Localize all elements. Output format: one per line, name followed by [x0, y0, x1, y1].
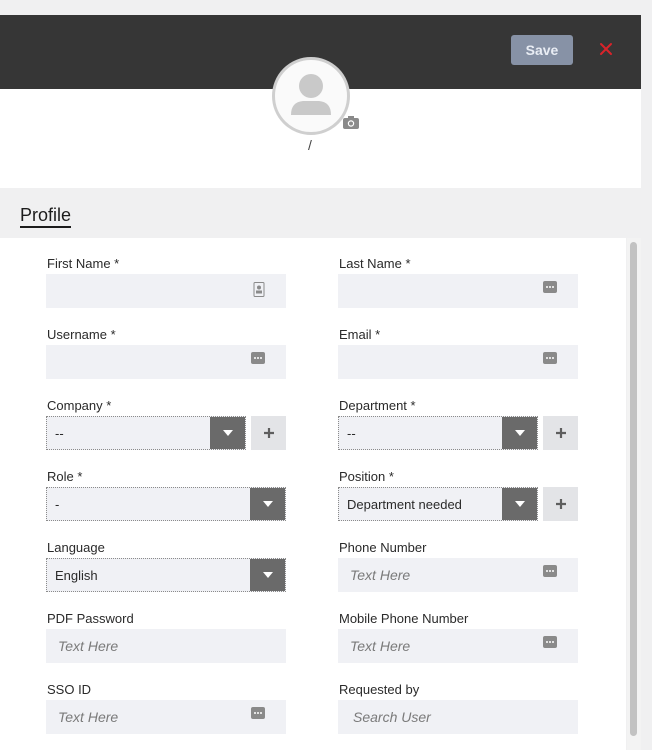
username-label: Username *: [47, 327, 116, 342]
role-label: Role *: [47, 469, 83, 484]
close-icon: [600, 43, 612, 55]
position-label: Position *: [339, 469, 394, 484]
department-select[interactable]: --: [338, 416, 538, 450]
mobile-phone-field[interactable]: Text Here: [338, 629, 578, 663]
position-value: Department needed: [347, 497, 462, 512]
section-title[interactable]: Profile: [20, 204, 72, 228]
close-button[interactable]: [596, 37, 616, 61]
department-dropdown-toggle[interactable]: [502, 417, 537, 449]
pdf-password-label: PDF Password: [47, 611, 134, 626]
chevron-down-icon: [514, 430, 525, 436]
last-name-label: Last Name *: [339, 256, 411, 271]
add-position-button[interactable]: [543, 487, 578, 521]
plus-icon: [555, 499, 566, 509]
add-department-button[interactable]: [543, 416, 578, 450]
department-label: Department *: [339, 398, 416, 413]
phone-placeholder: Text Here: [350, 567, 411, 583]
role-select[interactable]: -: [46, 487, 286, 521]
sso-id-placeholder: Text Here: [58, 709, 119, 725]
more-icon: [543, 636, 557, 648]
more-icon: [251, 352, 265, 364]
mobile-phone-label: Mobile Phone Number: [339, 611, 469, 626]
requested-by-field[interactable]: Search User: [338, 700, 578, 734]
company-label: Company *: [47, 398, 112, 413]
position-dropdown-toggle[interactable]: [502, 488, 537, 520]
company-value: --: [55, 426, 64, 441]
more-icon: [251, 707, 265, 719]
requested-by-placeholder: Search User: [353, 709, 431, 725]
avatar[interactable]: [272, 57, 350, 135]
position-select[interactable]: Department needed: [338, 487, 538, 521]
language-select[interactable]: English: [46, 558, 286, 592]
pdf-password-field[interactable]: Text Here: [46, 629, 286, 663]
role-value: -: [55, 497, 60, 512]
plus-icon: [555, 428, 566, 438]
company-select[interactable]: --: [46, 416, 246, 450]
contact-card-icon: [253, 282, 265, 297]
sso-id-label: SSO ID: [47, 682, 92, 697]
camera-icon[interactable]: [342, 115, 360, 130]
first-name-field[interactable]: [46, 274, 286, 308]
sso-id-field[interactable]: Text Here: [46, 700, 286, 734]
add-company-button[interactable]: [251, 416, 286, 450]
more-icon: [543, 565, 557, 577]
more-icon: [543, 281, 557, 293]
more-icon: [543, 352, 557, 364]
language-label: Language: [47, 540, 105, 555]
username-field[interactable]: [46, 345, 286, 379]
user-placeholder-icon: [291, 74, 331, 115]
chevron-down-icon: [222, 430, 233, 436]
pdf-password-placeholder: Text Here: [58, 638, 119, 654]
top-strip: [0, 0, 641, 15]
save-button[interactable]: Save: [511, 35, 573, 65]
chevron-down-icon: [514, 501, 525, 507]
department-value: --: [347, 426, 356, 441]
language-dropdown-toggle[interactable]: [250, 559, 285, 591]
phone-field[interactable]: Text Here: [338, 558, 578, 592]
chevron-down-icon: [262, 501, 273, 507]
language-value: English: [55, 568, 98, 583]
email-field[interactable]: [338, 345, 578, 379]
scrollbar-thumb[interactable]: [630, 242, 637, 736]
plus-icon: [263, 428, 274, 438]
avatar-caption: /: [308, 137, 312, 153]
role-dropdown-toggle[interactable]: [250, 488, 285, 520]
requested-by-label: Requested by: [339, 682, 420, 697]
phone-label: Phone Number: [339, 540, 427, 555]
last-name-field[interactable]: [338, 274, 578, 308]
chevron-down-icon: [262, 572, 273, 578]
mobile-phone-placeholder: Text Here: [350, 638, 411, 654]
first-name-label: First Name *: [47, 256, 120, 271]
email-label: Email *: [339, 327, 381, 342]
company-dropdown-toggle[interactable]: [210, 417, 245, 449]
